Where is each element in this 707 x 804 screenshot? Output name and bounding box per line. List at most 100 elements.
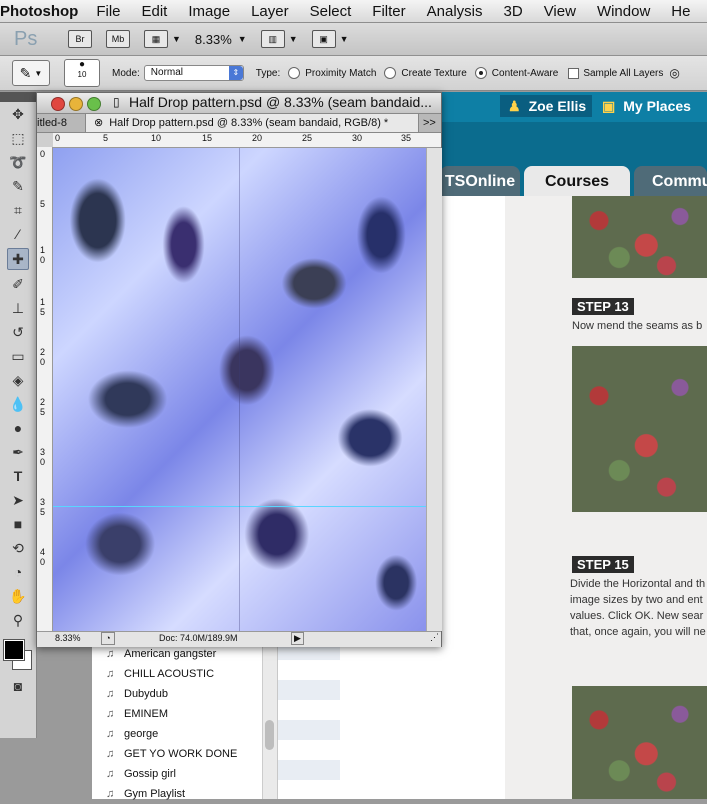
lasso-tool-icon[interactable]: ➰	[8, 152, 28, 172]
options-bar: ✎ ▼ ● 10 Mode: Normal ⇕ Type: Proximity Mat…	[0, 56, 707, 91]
status-info-icon[interactable]: ◔	[101, 632, 115, 645]
seam-line	[239, 148, 240, 631]
arrange-dropdown-icon[interactable]: ▼	[289, 34, 298, 44]
crop-tool-icon[interactable]: ⌗	[8, 200, 28, 220]
path-selection-tool-icon[interactable]: ➤	[8, 490, 28, 510]
playlist-item[interactable]: ♫ CHILL ACOUSTIC	[92, 664, 277, 684]
tab-community[interactable]: Commu	[634, 166, 707, 196]
move-tool-icon[interactable]: ✥	[8, 104, 28, 124]
status-zoom[interactable]: 8.33%	[55, 633, 81, 643]
menu-view[interactable]: View	[544, 3, 576, 20]
playlist-item[interactable]: ♫ Gym Playlist	[92, 784, 277, 804]
menu-3d[interactable]: 3D	[504, 3, 523, 20]
playlist-item-label: Dubydub	[124, 688, 169, 700]
step13-text: Now mend the seams as b	[572, 320, 703, 332]
screen-mode-icon[interactable]: ▣	[311, 30, 336, 48]
playlist-scroll-thumb[interactable]	[265, 720, 274, 750]
hand-tool-icon[interactable]: ✋	[8, 586, 28, 606]
zoom-dropdown-icon[interactable]: ▼	[238, 34, 247, 44]
minimize-window-icon[interactable]	[69, 97, 83, 111]
view-extras-icon[interactable]: ▦	[144, 30, 168, 48]
zoom-window-icon[interactable]	[87, 97, 101, 111]
brush-picker[interactable]: ● 10	[64, 59, 100, 87]
arrange-documents-icon[interactable]: ▥	[260, 30, 285, 48]
close-window-icon[interactable]	[51, 97, 65, 111]
step15-line-2: image sizes by two and ent	[570, 594, 703, 606]
document-window-title: Half Drop pattern.psd @ 8.33% (seam band…	[129, 94, 432, 110]
mac-menu-bar: Photoshop File Edit Image Layer Select F…	[0, 0, 707, 23]
playlist-item[interactable]: ♫ American gangster	[92, 644, 277, 664]
step13-label: STEP 13	[572, 298, 634, 315]
panel-grip[interactable]	[0, 92, 36, 102]
pressure-icon[interactable]: ◎	[669, 66, 679, 80]
tab-courses[interactable]: Courses	[524, 166, 630, 196]
tab-half-drop-pattern[interactable]: ⊗ Half Drop pattern.psd @ 8.33% (seam ban…	[85, 114, 419, 132]
clone-stamp-tool-icon[interactable]: ⊥	[8, 298, 28, 318]
eraser-tool-icon[interactable]: ▭	[8, 346, 28, 366]
radio-create-texture[interactable]	[384, 67, 397, 79]
foreground-color-swatch[interactable]	[3, 639, 25, 661]
spot-healing-tool-icon[interactable]: ✚	[7, 248, 29, 270]
menu-layer[interactable]: Layer	[251, 3, 289, 20]
tab-untitled-8[interactable]: itled-8	[37, 114, 83, 132]
menu-select[interactable]: Select	[310, 3, 352, 20]
bandaid-icon: ✎	[19, 64, 32, 81]
type-tool-icon[interactable]: T	[8, 466, 28, 486]
view-extras-dropdown-icon[interactable]: ▼	[172, 34, 181, 44]
menu-window[interactable]: Window	[597, 3, 650, 20]
zoom-tool-icon[interactable]: ⚲	[8, 610, 28, 630]
shape-tool-icon[interactable]: ■	[8, 514, 28, 534]
tab-tsonline[interactable]: TSOnline	[440, 166, 520, 196]
menu-filter[interactable]: Filter	[372, 3, 405, 20]
screen-mode-dropdown-icon[interactable]: ▼	[340, 34, 349, 44]
playlist-item[interactable]: ♫ GET YO WORK DONE	[92, 744, 277, 764]
playlist-item-label: GET YO WORK DONE	[124, 748, 238, 760]
menu-image[interactable]: Image	[188, 3, 230, 20]
playlist-item[interactable]: ♫ EMINEM	[92, 704, 277, 724]
playlist-item[interactable]: ♫ george	[92, 724, 277, 744]
menu-help[interactable]: He	[671, 3, 690, 20]
playlist-item[interactable]: ♫ Dubydub	[92, 684, 277, 704]
history-brush-tool-icon[interactable]: ↺	[8, 322, 28, 342]
playlist-item[interactable]: ♫ Gossip girl	[92, 764, 277, 784]
app-menu[interactable]: Photoshop	[0, 3, 78, 20]
user-menu[interactable]: ♟ Zoe Ellis	[500, 95, 592, 117]
tab-overflow-button[interactable]: >>	[423, 114, 436, 132]
bridge-button[interactable]: Br	[68, 30, 92, 48]
quick-mask-icon[interactable]: ◙	[8, 676, 28, 696]
dodge-tool-icon[interactable]: ●	[8, 418, 28, 438]
mini-bridge-button[interactable]: Mb	[106, 30, 130, 48]
mode-select[interactable]: Normal ⇕	[143, 65, 244, 81]
radio-proximity-match[interactable]	[288, 67, 301, 79]
pen-tool-icon[interactable]: ✒	[8, 442, 28, 462]
menu-file[interactable]: File	[96, 3, 120, 20]
quick-select-tool-icon[interactable]: ✎	[8, 176, 28, 196]
brush-tool-icon[interactable]: ✐	[8, 274, 28, 294]
3d-orbit-tool-icon[interactable]: ◔	[8, 562, 28, 582]
ruler-tick: 2 0	[40, 347, 46, 367]
vertical-scrollbar[interactable]	[426, 148, 442, 631]
sample-all-layers-checkbox[interactable]	[568, 67, 580, 79]
playlist-icon: ♫	[106, 668, 115, 680]
close-tab-icon[interactable]: ⊗	[94, 117, 103, 129]
radio-content-aware[interactable]	[474, 67, 487, 79]
application-bar: Ps Br Mb ▦ ▼ 8.33% ▼ ▥ ▼ ▣ ▼	[0, 23, 707, 56]
tool-preset-picker[interactable]: ✎ ▼	[12, 60, 50, 86]
tab-community-label: Commu	[652, 173, 707, 190]
resize-grip-icon[interactable]: ⋰	[430, 632, 439, 643]
playlist-scrollbar[interactable]	[262, 640, 277, 799]
blur-tool-icon[interactable]: 💧	[8, 394, 28, 414]
ruler-tick: 5	[103, 133, 109, 143]
user-name: Zoe Ellis	[528, 98, 587, 114]
menu-analysis[interactable]: Analysis	[427, 3, 483, 20]
document-titlebar[interactable]: ▯ Half Drop pattern.psd @ 8.33% (seam ba…	[37, 93, 441, 114]
status-menu-arrow-icon[interactable]: ▶	[291, 632, 304, 645]
zoom-level[interactable]: 8.33%	[195, 32, 232, 47]
image-canvas[interactable]	[53, 148, 426, 631]
menu-edit[interactable]: Edit	[142, 3, 168, 20]
my-places-link[interactable]: ▣ My Places	[602, 95, 707, 117]
paint-bucket-tool-icon[interactable]: ◈	[8, 370, 28, 390]
marquee-tool-icon[interactable]: ⬚	[8, 128, 28, 148]
eyedropper-tool-icon[interactable]: ⁄	[8, 224, 28, 244]
3d-rotate-tool-icon[interactable]: ⟲	[8, 538, 28, 558]
